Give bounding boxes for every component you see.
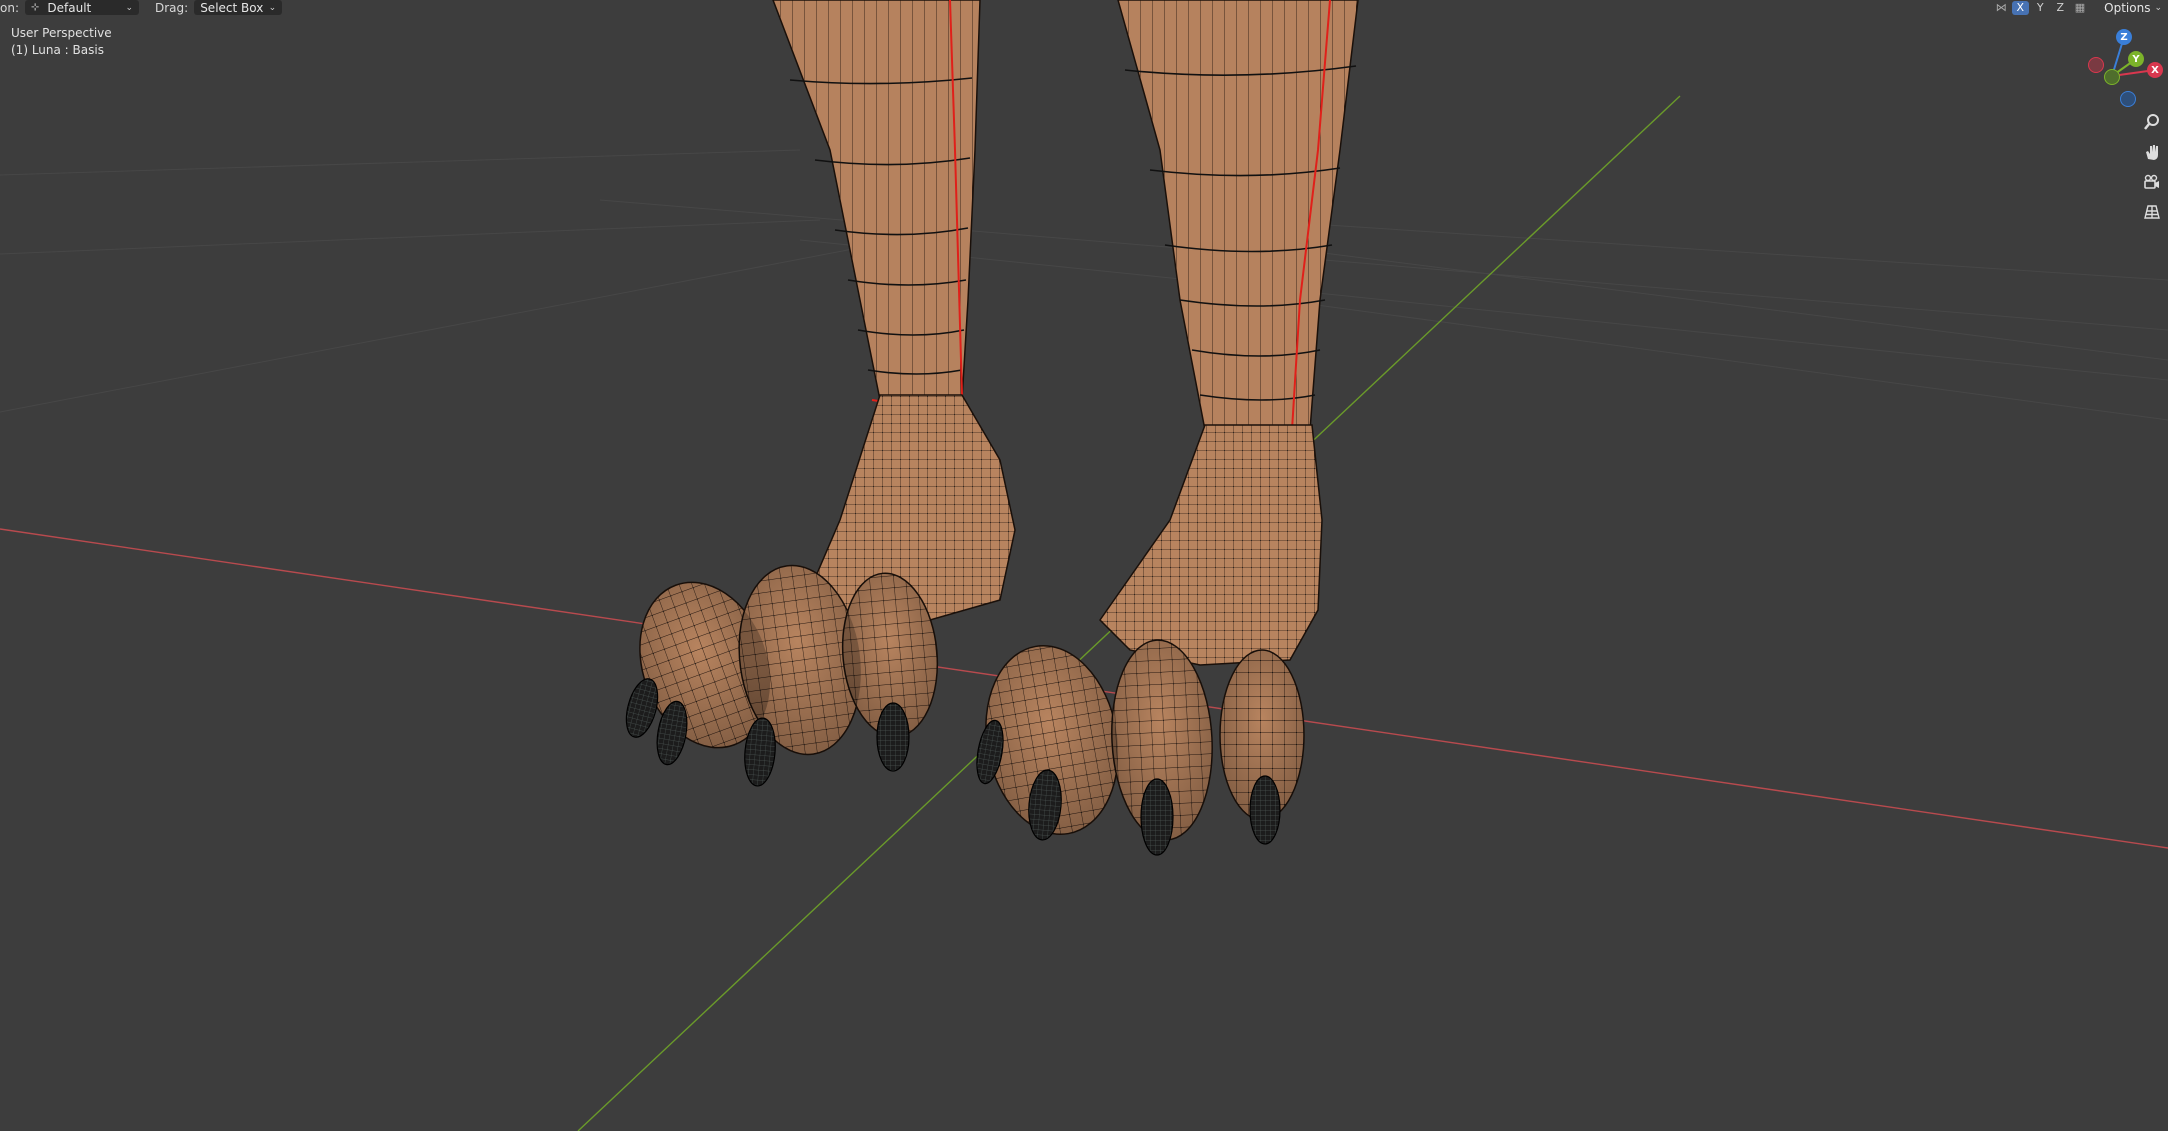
gizmo-neg-z-handle[interactable] xyxy=(2120,91,2136,107)
chevron-down-icon: ⌄ xyxy=(268,2,277,13)
mirror-z-toggle[interactable]: Z xyxy=(2052,1,2069,15)
gizmo-neg-y-handle[interactable] xyxy=(2104,69,2120,85)
navigation-gizmo[interactable]: Z Y X xyxy=(2082,26,2168,108)
drag-value: Select Box xyxy=(200,0,264,15)
gizmo-neg-x-handle[interactable] xyxy=(2088,57,2104,73)
gizmo-y-handle[interactable]: Y xyxy=(2128,51,2144,67)
pan-button[interactable] xyxy=(2139,139,2165,165)
chevron-down-icon: ⌄ xyxy=(2154,2,2162,13)
topology-mirror-icon[interactable]: ▦ xyxy=(2075,1,2085,14)
3d-viewport[interactable] xyxy=(0,0,2168,1131)
orientation-icon: ⊹ xyxy=(31,2,40,13)
gizmo-x-handle[interactable]: X xyxy=(2147,62,2163,78)
scene-canvas[interactable] xyxy=(0,0,2168,1131)
zoom-button[interactable] xyxy=(2139,109,2165,135)
options-dropdown[interactable]: Options ⌄ xyxy=(2098,0,2168,15)
object-info: (1) Luna : Basis xyxy=(11,43,104,57)
right-leg xyxy=(976,0,1359,856)
camera-view-button[interactable] xyxy=(2139,169,2165,195)
mirror-x-toggle[interactable]: X xyxy=(2011,0,2029,15)
tool-header: on: ⊹ Default ⌄ Drag: Select Box ⌄ xyxy=(0,0,283,15)
camera-icon xyxy=(2144,174,2159,189)
orientation-label: on: xyxy=(0,0,19,15)
drag-label: Drag: xyxy=(155,0,189,15)
grid-perspective-icon xyxy=(2144,205,2160,219)
chevron-down-icon: ⌄ xyxy=(125,2,133,13)
view-name: User Perspective xyxy=(11,26,112,40)
mirror-options-bar: ⋈ X Y Z ▦ Options ⌄ xyxy=(1996,0,2168,15)
options-label: Options xyxy=(2104,0,2151,15)
butterfly-mirror-icon[interactable]: ⋈ xyxy=(1996,1,2007,14)
gizmo-z-handle[interactable]: Z xyxy=(2116,29,2132,45)
viewport-info: User Perspective (1) Luna : Basis xyxy=(11,25,112,59)
drag-dropdown[interactable]: Select Box ⌄ xyxy=(194,0,283,15)
hand-pan-icon xyxy=(2146,145,2158,160)
orientation-value: Default xyxy=(47,0,92,15)
zoom-icon xyxy=(2144,114,2159,130)
mirror-y-toggle[interactable]: Y xyxy=(2032,1,2049,15)
floor-grid xyxy=(0,149,2168,421)
perspective-toggle-button[interactable] xyxy=(2139,199,2165,225)
orientation-dropdown[interactable]: ⊹ Default ⌄ xyxy=(25,0,139,15)
